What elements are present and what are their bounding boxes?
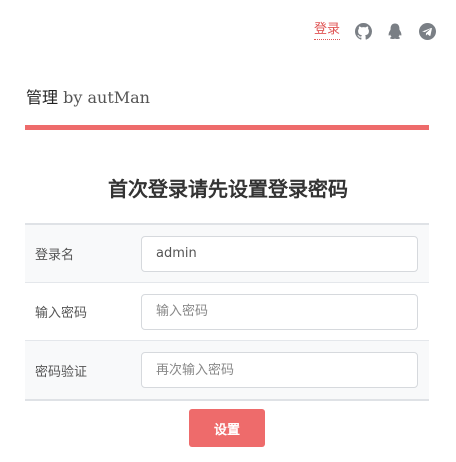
login-link[interactable]: 登录 [313, 22, 340, 40]
site-title-main: 管理 [26, 88, 59, 107]
username-label: 登录名 [35, 248, 75, 263]
username-input[interactable] [141, 235, 418, 272]
username-row: 登录名 [25, 225, 429, 283]
form-heading: 首次登录请先设置登录密码 [108, 177, 348, 201]
login-form-table: 登录名 输入密码 密码验证 [25, 223, 429, 401]
page: 登录 管理 by autMan 首次登录请先设置登录密码 登录名 admin 输… [0, 0, 456, 462]
header-accent-bar [25, 125, 429, 130]
telegram-icon[interactable] [418, 22, 436, 40]
site-title: 管理 by autMan [26, 88, 150, 108]
password-input[interactable] [141, 293, 418, 330]
password-label: 输入密码 [35, 306, 88, 321]
password-row: 输入密码 [25, 283, 429, 341]
github-icon[interactable] [354, 22, 372, 40]
password-confirm-row: 密码验证 [25, 341, 429, 399]
set-password-button[interactable]: 设置 [189, 409, 265, 447]
password-confirm-input[interactable] [141, 352, 418, 388]
top-nav: 登录 [313, 22, 436, 40]
site-title-sub: by autMan [63, 88, 150, 107]
password-confirm-label: 密码验证 [35, 364, 88, 380]
qq-penguin-icon[interactable] [386, 22, 404, 40]
